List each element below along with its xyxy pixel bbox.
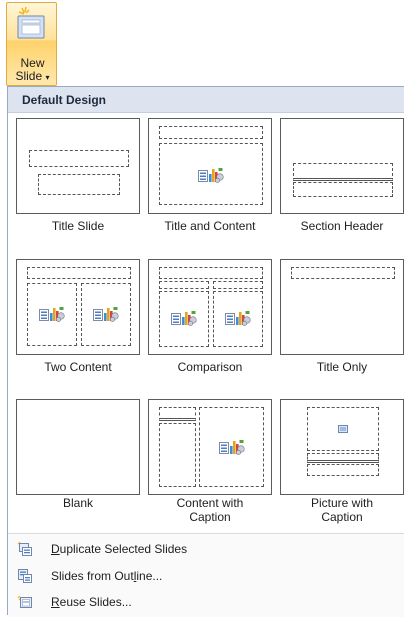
content-placeholder (199, 407, 264, 487)
menu-item-text: Slides from Outline... (51, 569, 162, 583)
content-icon (93, 305, 119, 322)
heading-placeholder-left (159, 281, 209, 289)
ribbon-area: New Slide ▾ (0, 0, 404, 86)
subtitle-placeholder (38, 174, 120, 195)
text-after: ine... (136, 569, 163, 583)
text-before: Slides from Out (51, 569, 134, 583)
title-placeholder (291, 267, 395, 279)
access-key: D (51, 542, 60, 556)
menu-item-text: Reuse Slides... (51, 595, 132, 609)
title-placeholder (293, 163, 393, 181)
content-placeholder (159, 143, 263, 205)
content-icon (219, 438, 245, 455)
title-placeholder (29, 150, 129, 167)
access-key: R (51, 595, 60, 609)
new-slide-button[interactable]: New Slide ▾ (6, 2, 57, 86)
duplicate-selected-slides-item[interactable]: Duplicate Selected Slides (8, 537, 404, 563)
content-placeholder-right (81, 283, 131, 346)
text-placeholder (159, 423, 196, 487)
layout-thumbnail (16, 118, 140, 214)
dropdown-arrow-icon: ▾ (45, 73, 50, 82)
layout-label-line2: Caption (321, 510, 363, 524)
layout-label-line1: Picture with (310, 496, 374, 510)
slides-from-outline-item[interactable]: Slides from Outline... (8, 564, 404, 590)
layout-thumbnail (280, 118, 404, 214)
title-placeholder (307, 453, 379, 463)
layout-thumbnail (148, 259, 272, 355)
title-placeholder (159, 407, 196, 421)
layout-thumbnail (148, 118, 272, 214)
picture-placeholder (307, 407, 379, 451)
content-icon (39, 305, 65, 322)
content-placeholder-left (27, 283, 77, 346)
title-placeholder (27, 267, 131, 279)
layout-label: Title and Content (164, 219, 256, 233)
menu-item-text: Duplicate Selected Slides (51, 542, 187, 556)
title-placeholder (159, 126, 263, 139)
text-after: euse Slides... (59, 595, 132, 609)
layout-label: Comparison (177, 360, 243, 374)
content-icon (198, 166, 224, 183)
layout-thumbnail (16, 259, 140, 355)
content-icon (171, 309, 197, 326)
layout-gallery: Title Slide Title and Content Section He… (8, 113, 404, 533)
layout-label: Two Content (44, 360, 112, 374)
caption-placeholder (307, 464, 379, 476)
text-placeholder (293, 182, 393, 197)
reuse-slides-icon (17, 595, 32, 608)
layout-label: Blank (62, 496, 94, 510)
title-placeholder (159, 267, 263, 279)
layout-thumbnail (280, 259, 404, 355)
picture-icon (338, 425, 348, 433)
reuse-slides-item[interactable]: Reuse Slides... (8, 590, 404, 616)
new-slide-icon (17, 6, 45, 39)
layout-label: Section Header (300, 219, 384, 233)
content-placeholder-left (159, 291, 209, 347)
layout-thumbnail (280, 399, 404, 495)
text-after: uplicate Selected Slides (59, 542, 188, 556)
new-slide-label-line1: New (20, 56, 45, 70)
new-slide-label-line2: Slide ▾ (7, 70, 58, 84)
slides-from-outline-icon (18, 569, 32, 583)
new-slide-label-line2-text: Slide (15, 69, 43, 83)
layout-thumbnail (148, 399, 272, 495)
heading-placeholder-right (213, 281, 263, 289)
layout-thumbnail (16, 399, 140, 495)
layout-label: Title Only (316, 360, 368, 374)
layout-label-line1: Content with (176, 496, 244, 510)
gallery-section-header: Default Design (8, 87, 404, 113)
gallery-section-title: Default Design (22, 93, 107, 107)
menu-commands: Duplicate Selected Slides Slides from Ou… (8, 533, 404, 617)
duplicate-slides-icon (17, 541, 32, 556)
layout-label: Title Slide (51, 219, 105, 233)
content-placeholder-right (213, 291, 263, 347)
new-slide-dropdown-menu: Default Design Title Slide Title and Con… (7, 86, 404, 617)
layout-label-line2: Caption (189, 510, 231, 524)
content-icon (225, 309, 251, 326)
